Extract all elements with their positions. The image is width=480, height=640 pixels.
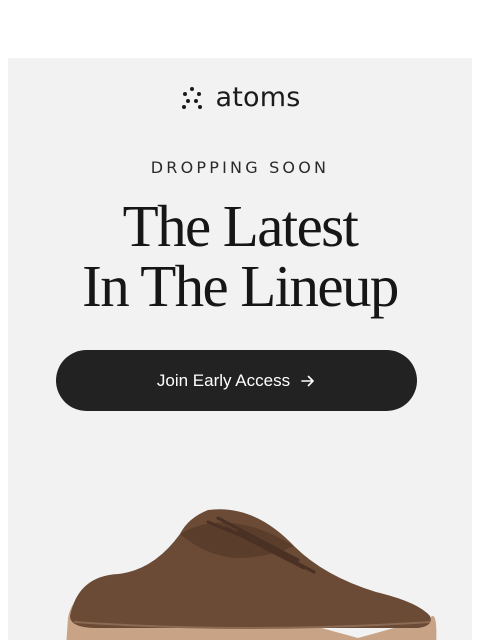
headline-line-1: The Latest [122,193,359,259]
headline: The Latest In The Lineup [8,196,472,316]
join-early-access-button[interactable]: Join Early Access [56,350,417,411]
brand-name: atoms [215,82,301,113]
cta-label: Join Early Access [156,370,291,390]
dots-cluster-icon [182,86,203,109]
arrow-right-icon [301,375,314,386]
brand-logo[interactable]: atoms [8,84,472,111]
email-card: atoms DROPPING SOON The Latest In The Li… [8,58,472,640]
headline-line-2: In The Lineup [82,253,399,319]
eyebrow-text: DROPPING SOON [150,158,330,177]
product-image-sneaker[interactable] [58,498,458,640]
